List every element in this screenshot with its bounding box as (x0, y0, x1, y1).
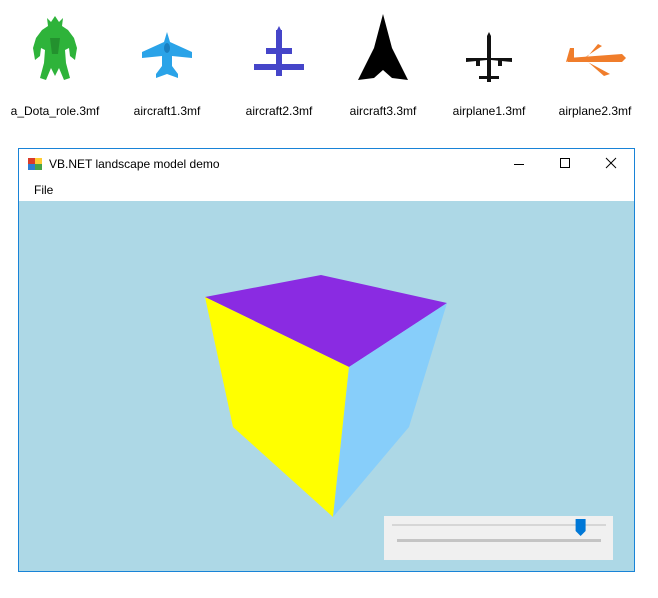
slider-thumb[interactable] (575, 519, 586, 536)
thumbnail-airplane1[interactable]: airplane1.3mf (434, 0, 544, 128)
thumbnail-label: aircraft3.3mf (349, 104, 417, 118)
app-icon (28, 158, 42, 170)
app-window: VB.NET landscape model demo File (18, 148, 635, 572)
3d-viewport[interactable] (19, 201, 634, 571)
indigo-plane-icon (254, 26, 304, 76)
slider-panel (384, 516, 613, 560)
menu-file[interactable]: File (34, 183, 53, 197)
black-stealth-icon (358, 14, 408, 80)
thumbnail-a-dota-role[interactable]: a_Dota_role.3mf (0, 0, 110, 128)
thumbnail-airplane2[interactable]: airplane2.3mf (540, 0, 650, 128)
thumbnail-label: a_Dota_role.3mf (10, 104, 100, 118)
minimize-icon (514, 164, 524, 165)
minimize-button[interactable] (496, 149, 542, 179)
thumbnail-label: airplane2.3mf (558, 104, 632, 118)
rotation-slider[interactable] (384, 516, 613, 560)
thumbnail-label: aircraft1.3mf (133, 104, 201, 118)
menu-bar: File (19, 179, 634, 201)
close-button[interactable] (588, 149, 634, 179)
thumbnail-aircraft2[interactable]: aircraft2.3mf (224, 0, 334, 128)
black-airliner-icon (466, 32, 512, 82)
close-icon (605, 157, 617, 169)
green-creature-icon (33, 16, 77, 80)
thumbnail-aircraft1[interactable]: aircraft1.3mf (112, 0, 222, 128)
title-bar[interactable]: VB.NET landscape model demo (19, 149, 634, 179)
slider-track-top (392, 524, 606, 526)
slider-track[interactable] (397, 539, 601, 542)
orange-airliner-icon (566, 44, 626, 76)
blue-jet-icon (142, 32, 192, 78)
model-thumbnail-strip: a_Dota_role.3mf aircraft1.3mf aircraft2.… (0, 0, 658, 130)
maximize-button[interactable] (542, 149, 588, 179)
thumbnail-label: aircraft2.3mf (245, 104, 313, 118)
thumbnail-label: airplane1.3mf (452, 104, 526, 118)
thumbnail-aircraft3[interactable]: aircraft3.3mf (328, 0, 438, 128)
maximize-icon (560, 158, 570, 168)
window-title: VB.NET landscape model demo (49, 157, 220, 171)
